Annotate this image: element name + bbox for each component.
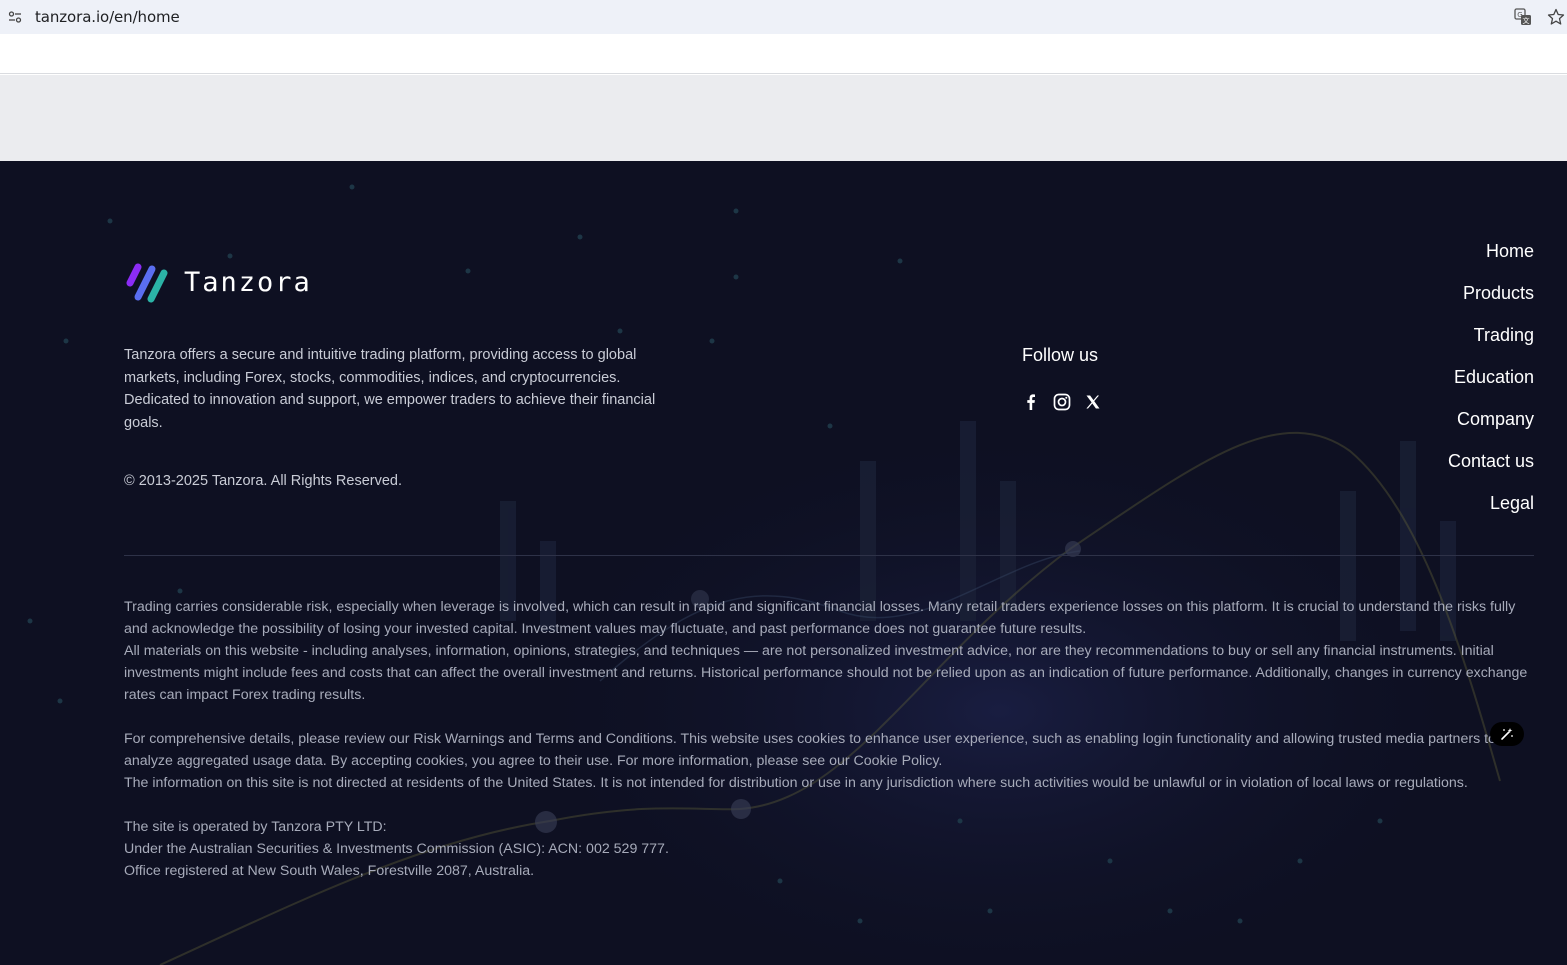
site-footer: Tanzora Tanzora offers a secure and intu… (0, 161, 1567, 965)
follow-us-heading: Follow us (1022, 345, 1099, 365)
bookmark-star-icon[interactable] (1547, 8, 1565, 26)
nav-link-home[interactable]: Home (1448, 240, 1534, 262)
svg-text:文: 文 (1523, 16, 1530, 25)
facebook-icon[interactable] (1022, 393, 1040, 411)
nav-link-products[interactable]: Products (1448, 282, 1534, 304)
nav-link-trading[interactable]: Trading (1448, 324, 1534, 346)
disclaimer-paragraph: All materials on this website - includin… (124, 643, 1528, 703)
magic-wand-icon (1501, 728, 1513, 740)
brand-logo[interactable]: Tanzora (124, 261, 312, 303)
footer-divider (124, 555, 1534, 556)
nav-link-contact-us[interactable]: Contact us (1448, 450, 1534, 472)
nav-link-company[interactable]: Company (1448, 408, 1534, 430)
company-description: Tanzora offers a secure and intuitive tr… (124, 347, 656, 431)
tanzora-logo-icon (126, 263, 168, 303)
footer-nav: Home Products Trading Education Company … (1448, 240, 1534, 534)
regulator-line: Under the Australian Securities & Invest… (124, 841, 669, 857)
site-info-icon[interactable] (8, 10, 22, 24)
office-line: Office registered at New South Wales, Fo… (124, 863, 535, 879)
translate-icon[interactable]: G 文 (1514, 8, 1532, 26)
x-icon[interactable] (1084, 393, 1102, 411)
content-band (0, 75, 1567, 161)
disclaimer-paragraph: For comprehensive details, please review… (124, 731, 1496, 769)
copyright-text: © 2013-2025 Tanzora. All Rights Reserved… (124, 473, 403, 489)
nav-link-legal[interactable]: Legal (1448, 492, 1534, 514)
instagram-icon[interactable] (1053, 393, 1071, 411)
social-links (1022, 393, 1102, 411)
nav-link-education[interactable]: Education (1448, 366, 1534, 388)
url-text[interactable]: tanzora.io/en/home (35, 8, 180, 26)
disclaimer-paragraph: The information on this site is not dire… (124, 775, 1468, 791)
browser-address-bar: tanzora.io/en/home G 文 (0, 0, 1567, 34)
brand-name: Tanzora (184, 266, 312, 298)
ai-assist-button[interactable] (1490, 722, 1524, 746)
risk-disclaimer: Trading carries considerable risk, espec… (124, 596, 1534, 882)
page-header-strip (0, 34, 1567, 74)
operator-line: The site is operated by Tanzora PTY LTD: (124, 819, 387, 835)
disclaimer-paragraph: Trading carries considerable risk, espec… (124, 599, 1516, 637)
